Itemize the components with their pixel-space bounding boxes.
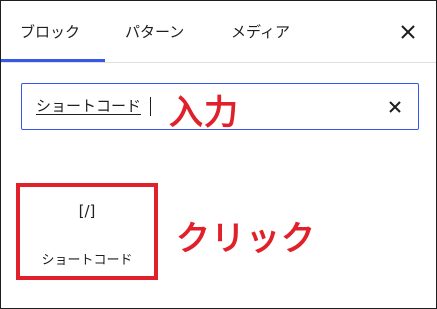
block-result-label: ショートコード: [41, 253, 133, 268]
tab-patterns[interactable]: パターン: [125, 1, 184, 62]
search-value: ショートコード: [36, 97, 142, 115]
block-inserter-panel: ブロック パターン メディア ショートコード 入力 [/] ショートコード クリ…: [0, 0, 437, 309]
block-result-shortcode[interactable]: [/] ショートコード: [16, 183, 158, 280]
clear-search-button[interactable]: [384, 96, 406, 118]
annotation-click: クリック: [176, 219, 316, 259]
shortcode-icon: [/]: [78, 202, 96, 220]
close-icon: [389, 101, 401, 113]
tab-bar: ブロック パターン メディア: [1, 1, 436, 63]
tab-media[interactable]: メディア: [231, 1, 290, 62]
close-button[interactable]: [395, 19, 421, 45]
tab-blocks[interactable]: ブロック: [20, 1, 80, 62]
annotation-input: 入力: [169, 93, 239, 133]
close-icon: [401, 25, 415, 39]
active-tab-indicator: [1, 59, 105, 62]
text-caret: [150, 97, 151, 116]
